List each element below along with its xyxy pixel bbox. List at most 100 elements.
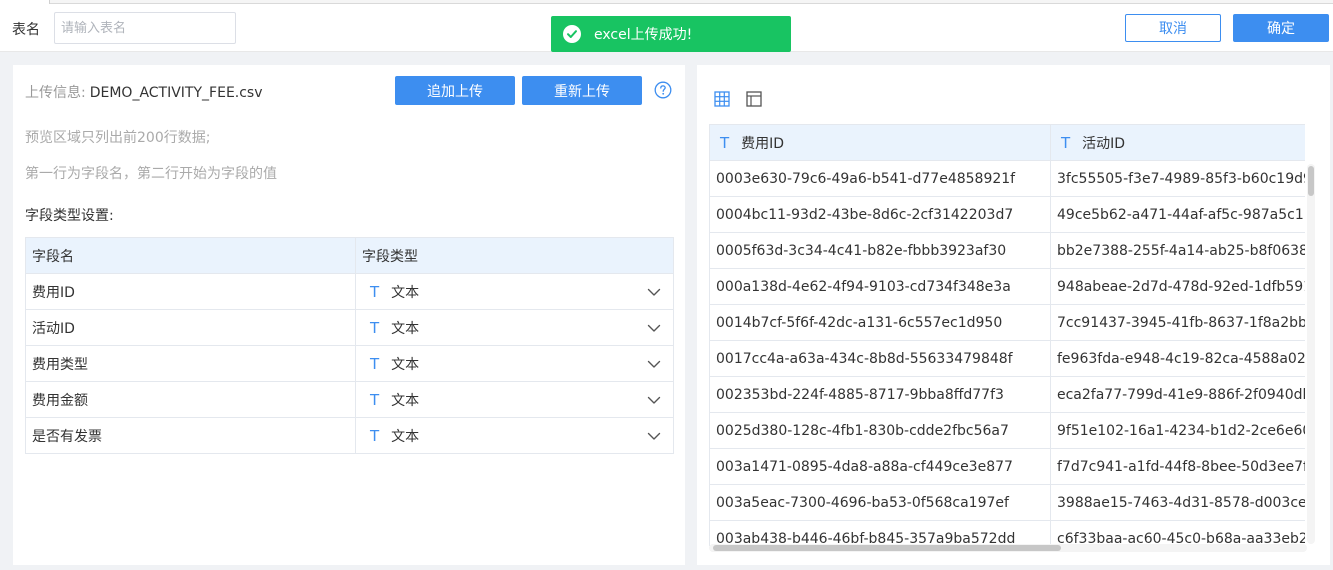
text-type-icon: T (370, 318, 380, 337)
text-type-icon: T (370, 354, 380, 373)
preview-column-header-label: 费用ID (741, 135, 785, 152)
field-type-value: 文本 (391, 356, 420, 373)
horizontal-scrollbar-thumb[interactable] (713, 545, 1061, 551)
activity-id-cell: 7cc91437-3945-41fb-8637-1f8a2bbad9 (1050, 304, 1305, 341)
field-type-value: 文本 (391, 428, 420, 445)
field-row: 活动ID T 文本 (25, 309, 674, 346)
field-table-header-row: 字段名 字段类型 (25, 237, 674, 274)
question-circle-icon[interactable] (654, 81, 672, 99)
table-row: 0025d380-128c-4fb1-830b-cdde2fbc56a7 9f51… (709, 412, 1305, 449)
header-row-note: 第一行为字段名，第二行开始为字段的值 (25, 166, 277, 182)
field-name-cell: 费用金额 (25, 381, 356, 418)
append-upload-button[interactable]: 追加上传 (395, 76, 515, 105)
preview-column-header: T 费用ID (709, 124, 1051, 161)
field-type-select[interactable]: T 文本 (355, 417, 674, 454)
table-row: 0003e630-79c6-49a6-b541-d77e4858921f 3fc5… (709, 160, 1305, 197)
activity-id-cell: c6f33baa-ac60-45c0-b68a-aa33eb2e9 (1050, 520, 1305, 546)
view-switcher (714, 91, 762, 107)
table-name-input[interactable] (54, 12, 236, 44)
field-type-value: 文本 (391, 320, 420, 337)
field-name-cell: 活动ID (25, 309, 356, 346)
table-row: 003ab438-b446-46bf-b845-357a9ba572dd c6f3… (709, 520, 1305, 546)
field-row: 费用类型 T 文本 (25, 345, 674, 382)
activity-id-cell: eca2fa77-799d-41e9-886f-2f0940dbca5 (1050, 376, 1305, 413)
field-type-select[interactable]: T 文本 (355, 381, 674, 418)
column-header-field-type: 字段类型 (355, 237, 674, 274)
chevron-down-icon[interactable] (647, 285, 661, 299)
activity-id-cell: fe963fda-e948-4c19-82ca-4588a02042 (1050, 340, 1305, 377)
preview-column-header-label: 活动ID (1082, 135, 1126, 152)
field-type-settings-title: 字段类型设置: (25, 208, 114, 224)
text-type-icon: T (370, 390, 380, 409)
check-circle-icon (563, 25, 581, 43)
field-name-cell: 费用ID (25, 273, 356, 310)
field-type-value: 文本 (391, 392, 420, 409)
vertical-scrollbar[interactable] (1307, 164, 1315, 544)
fee-id-cell: 0025d380-128c-4fb1-830b-cdde2fbc56a7 (709, 412, 1051, 449)
preview-header-row: T 费用ID T 活动ID (709, 124, 1305, 161)
fee-id-cell: 002353bd-224f-4885-8717-9bba8ffd77f3 (709, 376, 1051, 413)
activity-id-cell: 49ce5b62-a471-44af-af5c-987a5c1bb9 (1050, 196, 1305, 233)
activity-id-cell: 3fc55505-f3e7-4989-85f3-b60c19d944f (1050, 160, 1305, 197)
text-type-icon: T (720, 133, 730, 152)
chevron-down-icon[interactable] (647, 393, 661, 407)
activity-id-cell: bb2e7388-255f-4a14-ab25-b8f0638dce (1050, 232, 1305, 269)
preview-column-header: T 活动ID (1050, 124, 1305, 161)
upload-file-name: DEMO_ACTIVITY_FEE.csv (89, 85, 263, 101)
table-row: 000a138d-4e62-4f94-9103-cd734f348e3a 948a… (709, 268, 1305, 305)
fee-id-cell: 003a1471-0895-4da8-a88a-cf449ce3e877 (709, 448, 1051, 485)
activity-id-cell: f7d7c941-a1fd-44f8-8bee-50d3ee7ff63 (1050, 448, 1305, 485)
table-name-label: 表名 (12, 22, 40, 38)
activity-id-cell: 9f51e102-16a1-4234-b1d2-2ce6e60be (1050, 412, 1305, 449)
table-row: 0004bc11-93d2-43be-8d6c-2cf3142203d7 49ce… (709, 196, 1305, 233)
success-toast: excel上传成功! (551, 16, 791, 52)
fee-id-cell: 003ab438-b446-46bf-b845-357a9ba572dd (709, 520, 1051, 546)
text-type-icon: T (370, 426, 380, 445)
fee-id-cell: 0017cc4a-a63a-434c-8b8d-55633479848f (709, 340, 1051, 377)
text-type-icon: T (370, 282, 380, 301)
field-row: 费用金额 T 文本 (25, 381, 674, 418)
chevron-down-icon[interactable] (647, 429, 661, 443)
table-row: 0005f63d-3c34-4c41-b82e-fbbb3923af30 bb2e… (709, 232, 1305, 269)
field-type-value: 文本 (391, 284, 420, 301)
chevron-down-icon[interactable] (647, 357, 661, 371)
confirm-button[interactable]: 确定 (1233, 14, 1329, 42)
layout-view-icon[interactable] (746, 91, 762, 107)
field-name-cell: 费用类型 (25, 345, 356, 382)
field-row: 费用ID T 文本 (25, 273, 674, 310)
field-type-select[interactable]: T 文本 (355, 273, 674, 310)
field-type-table: 字段名 字段类型 费用ID T 文本 活动ID T 文本 费用类型 T 文本 费用金额 T 文本 是否有… (25, 237, 674, 454)
grid-view-icon[interactable] (714, 91, 730, 107)
field-row: 是否有发票 T 文本 (25, 417, 674, 454)
field-type-select[interactable]: T 文本 (355, 345, 674, 382)
table-row: 002353bd-224f-4885-8717-9bba8ffd77f3 eca2… (709, 376, 1305, 413)
fee-id-cell: 0014b7cf-5f6f-42dc-a131-6c557ec1d950 (709, 304, 1051, 341)
fee-id-cell: 003a5eac-7300-4696-ba53-0f568ca197ef (709, 484, 1051, 521)
chevron-down-icon[interactable] (647, 321, 661, 335)
horizontal-scrollbar[interactable] (709, 544, 1307, 552)
field-type-select[interactable]: T 文本 (355, 309, 674, 346)
table-row: 0014b7cf-5f6f-42dc-a131-6c557ec1d950 7cc9… (709, 304, 1305, 341)
preview-table: T 费用ID T 活动ID 0003e630-79c6-49a6-b541-d77e… (709, 124, 1305, 546)
fee-id-cell: 0005f63d-3c34-4c41-b82e-fbbb3923af30 (709, 232, 1051, 269)
fee-id-cell: 0004bc11-93d2-43be-8d6c-2cf3142203d7 (709, 196, 1051, 233)
table-row: 003a1471-0895-4da8-a88a-cf449ce3e877 f7d7… (709, 448, 1305, 485)
upload-info: 上传信息: DEMO_ACTIVITY_FEE.csv (25, 82, 263, 102)
preview-table-viewport[interactable]: T 费用ID T 活动ID 0003e630-79c6-49a6-b541-d77e… (709, 124, 1305, 546)
vertical-scrollbar-thumb[interactable] (1308, 166, 1314, 196)
table-row: 0017cc4a-a63a-434c-8b8d-55633479848f fe96… (709, 340, 1305, 377)
activity-id-cell: 3988ae15-7463-4d31-8578-d003ce955 (1050, 484, 1305, 521)
toast-message: excel上传成功! (594, 27, 693, 43)
upload-settings-panel: 上传信息: DEMO_ACTIVITY_FEE.csv 追加上传 重新上传 预览区… (13, 65, 685, 565)
activity-id-cell: 948abeae-2d7d-478d-92ed-1dfb5918b (1050, 268, 1305, 305)
field-name-cell: 是否有发票 (25, 417, 356, 454)
text-type-icon: T (1061, 133, 1071, 152)
fee-id-cell: 000a138d-4e62-4f94-9103-cd734f348e3a (709, 268, 1051, 305)
column-header-field-name: 字段名 (25, 237, 356, 274)
data-preview-panel: T 费用ID T 活动ID 0003e630-79c6-49a6-b541-d77e… (697, 65, 1330, 565)
reupload-button[interactable]: 重新上传 (522, 76, 642, 105)
table-row: 003a5eac-7300-4696-ba53-0f568ca197ef 3988… (709, 484, 1305, 521)
fee-id-cell: 0003e630-79c6-49a6-b541-d77e4858921f (709, 160, 1051, 197)
preview-limit-note: 预览区域只列出前200行数据; (25, 130, 211, 146)
cancel-button[interactable]: 取消 (1125, 14, 1221, 42)
